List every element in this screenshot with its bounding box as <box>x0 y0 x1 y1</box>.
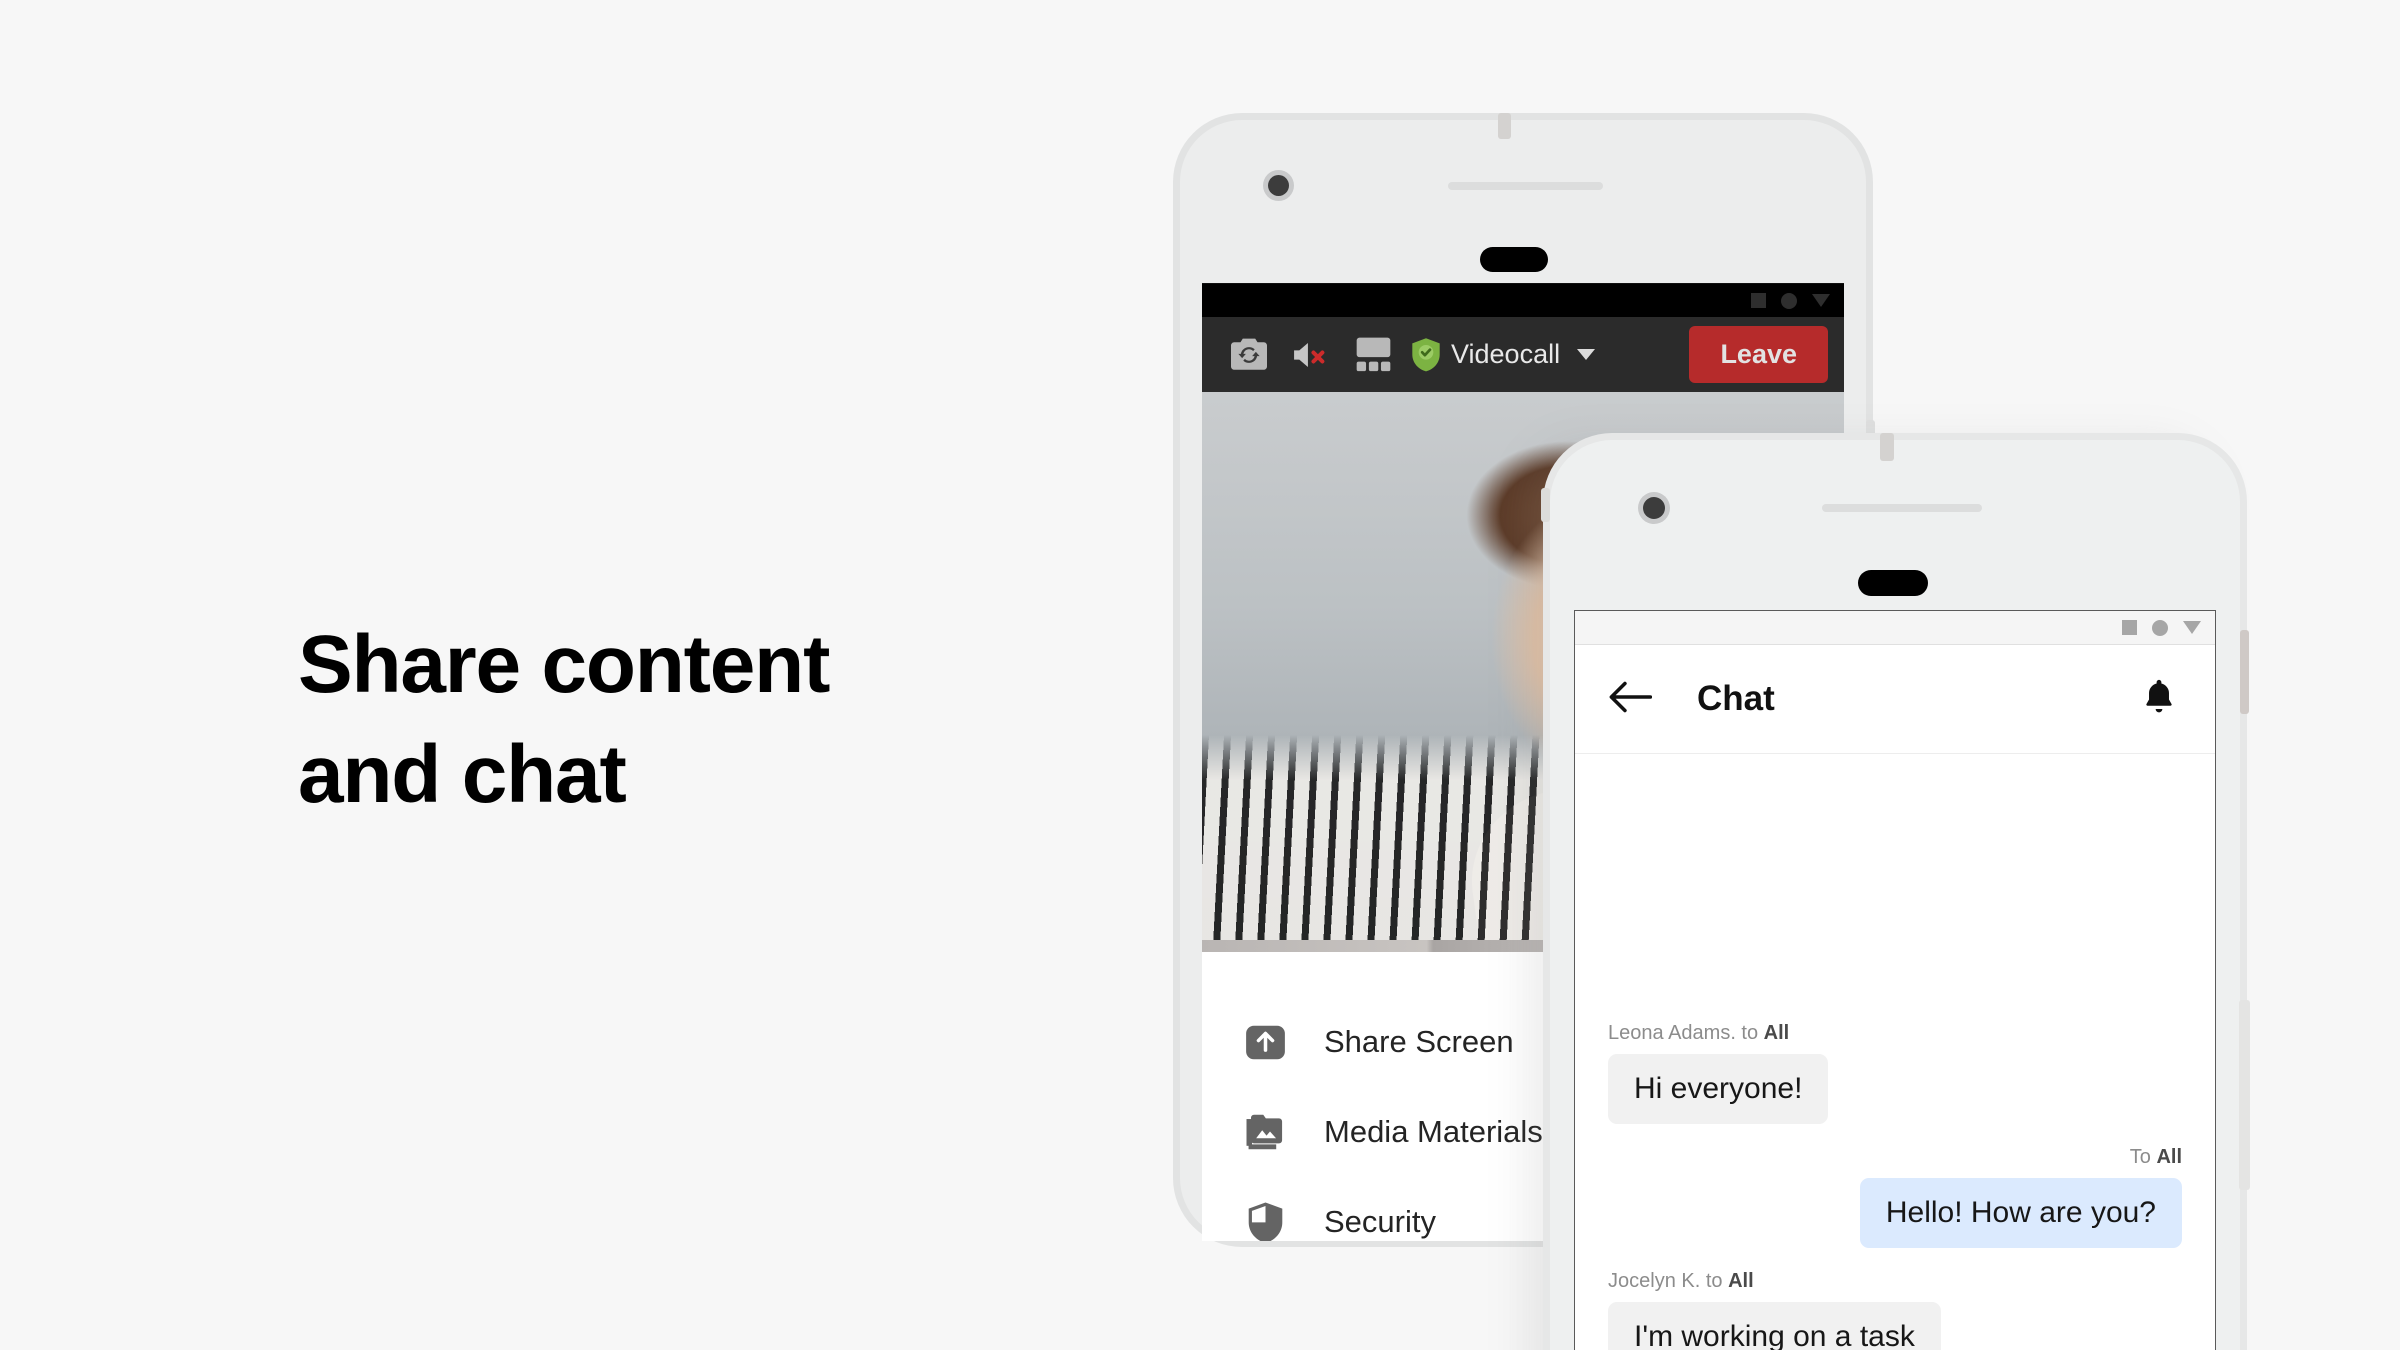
status-bar <box>1575 611 2215 645</box>
top-antenna-band <box>1880 433 1894 461</box>
menu-label: Media Materials <box>1324 1114 1543 1149</box>
earpiece <box>1858 570 1928 596</box>
nav-triangle-icon[interactable] <box>1812 294 1830 307</box>
media-materials-icon <box>1244 1113 1287 1151</box>
leave-button[interactable]: Leave <box>1689 326 1828 383</box>
volume-button[interactable] <box>2239 1000 2250 1190</box>
chevron-down-icon[interactable] <box>1577 349 1596 360</box>
message-recipient: All <box>1763 1022 1790 1044</box>
power-button[interactable] <box>2240 630 2249 714</box>
front-camera-icon <box>1643 497 1665 519</box>
chat-message-list[interactable]: Leona Adams. to All Hi everyone! To All Hel… <box>1575 754 2215 1350</box>
left-antenna-band <box>1541 488 1550 522</box>
nav-circle-icon[interactable] <box>1781 292 1797 309</box>
security-shield-icon <box>1244 1201 1287 1241</box>
chat-phone: Chat Leona Adams. to All Hi everyone! To A… <box>1541 433 2250 1350</box>
call-toolbar: Videocall Leave <box>1202 317 1844 392</box>
nav-square-icon[interactable] <box>1751 293 1766 308</box>
message-recipient: All <box>1728 1270 1754 1292</box>
chat-message: Jocelyn K. to All I'm working on a task <box>1608 1270 2182 1350</box>
back-arrow-icon[interactable] <box>1608 680 1653 719</box>
speaker-slit <box>1448 182 1603 190</box>
nav-circle-icon[interactable] <box>2152 619 2168 636</box>
call-status[interactable]: Videocall <box>1410 337 1596 372</box>
message-meta: Leona Adams. to All <box>1608 1022 1790 1044</box>
menu-label: Security <box>1324 1204 1436 1239</box>
flip-camera-icon <box>1231 338 1267 370</box>
chat-title: Chat <box>1697 679 1775 718</box>
message-bubble: Hi everyone! <box>1608 1054 1829 1124</box>
speaker-slit <box>1822 504 1982 512</box>
promo-screenshot: Share content and chat Videocall Leave S… <box>0 0 2400 1350</box>
layout-grid-icon <box>1356 337 1390 372</box>
verified-shield-icon <box>1412 338 1440 372</box>
message-bubble: I'm working on a task <box>1608 1302 1941 1350</box>
speaker-muted-icon <box>1294 342 1325 367</box>
call-status-label: Videocall <box>1451 339 1561 369</box>
nav-triangle-icon[interactable] <box>2183 621 2201 634</box>
message-recipient: All <box>2156 1146 2182 1168</box>
chat-message: Leona Adams. to All Hi everyone! <box>1608 1022 2182 1124</box>
status-bar <box>1202 284 1844 317</box>
headline-line-2: and chat <box>298 728 627 820</box>
page-title: Share content and chat <box>298 610 1058 830</box>
headline-line-1: Share content <box>298 618 830 710</box>
menu-label: Share Screen <box>1324 1024 1514 1059</box>
chat-header: Chat <box>1575 645 2215 754</box>
top-antenna-band <box>1498 113 1511 139</box>
message-bubble: Hello! How are you? <box>1859 1178 2182 1248</box>
layout-grid-button[interactable] <box>1342 324 1404 386</box>
message-meta: To All <box>2129 1146 2182 1168</box>
chat-screen: Chat Leona Adams. to All Hi everyone! To A… <box>1574 610 2216 1350</box>
share-screen-icon <box>1244 1024 1287 1061</box>
front-camera-icon <box>1268 175 1289 196</box>
earpiece <box>1480 247 1548 272</box>
chat-message: To All Hello! How are you? <box>1608 1146 2182 1248</box>
flip-camera-button[interactable] <box>1218 324 1280 386</box>
bell-icon[interactable] <box>2143 678 2175 721</box>
nav-square-icon[interactable] <box>2122 620 2137 635</box>
message-meta: Jocelyn K. to All <box>1608 1270 1754 1292</box>
mute-speaker-button[interactable] <box>1280 324 1342 386</box>
